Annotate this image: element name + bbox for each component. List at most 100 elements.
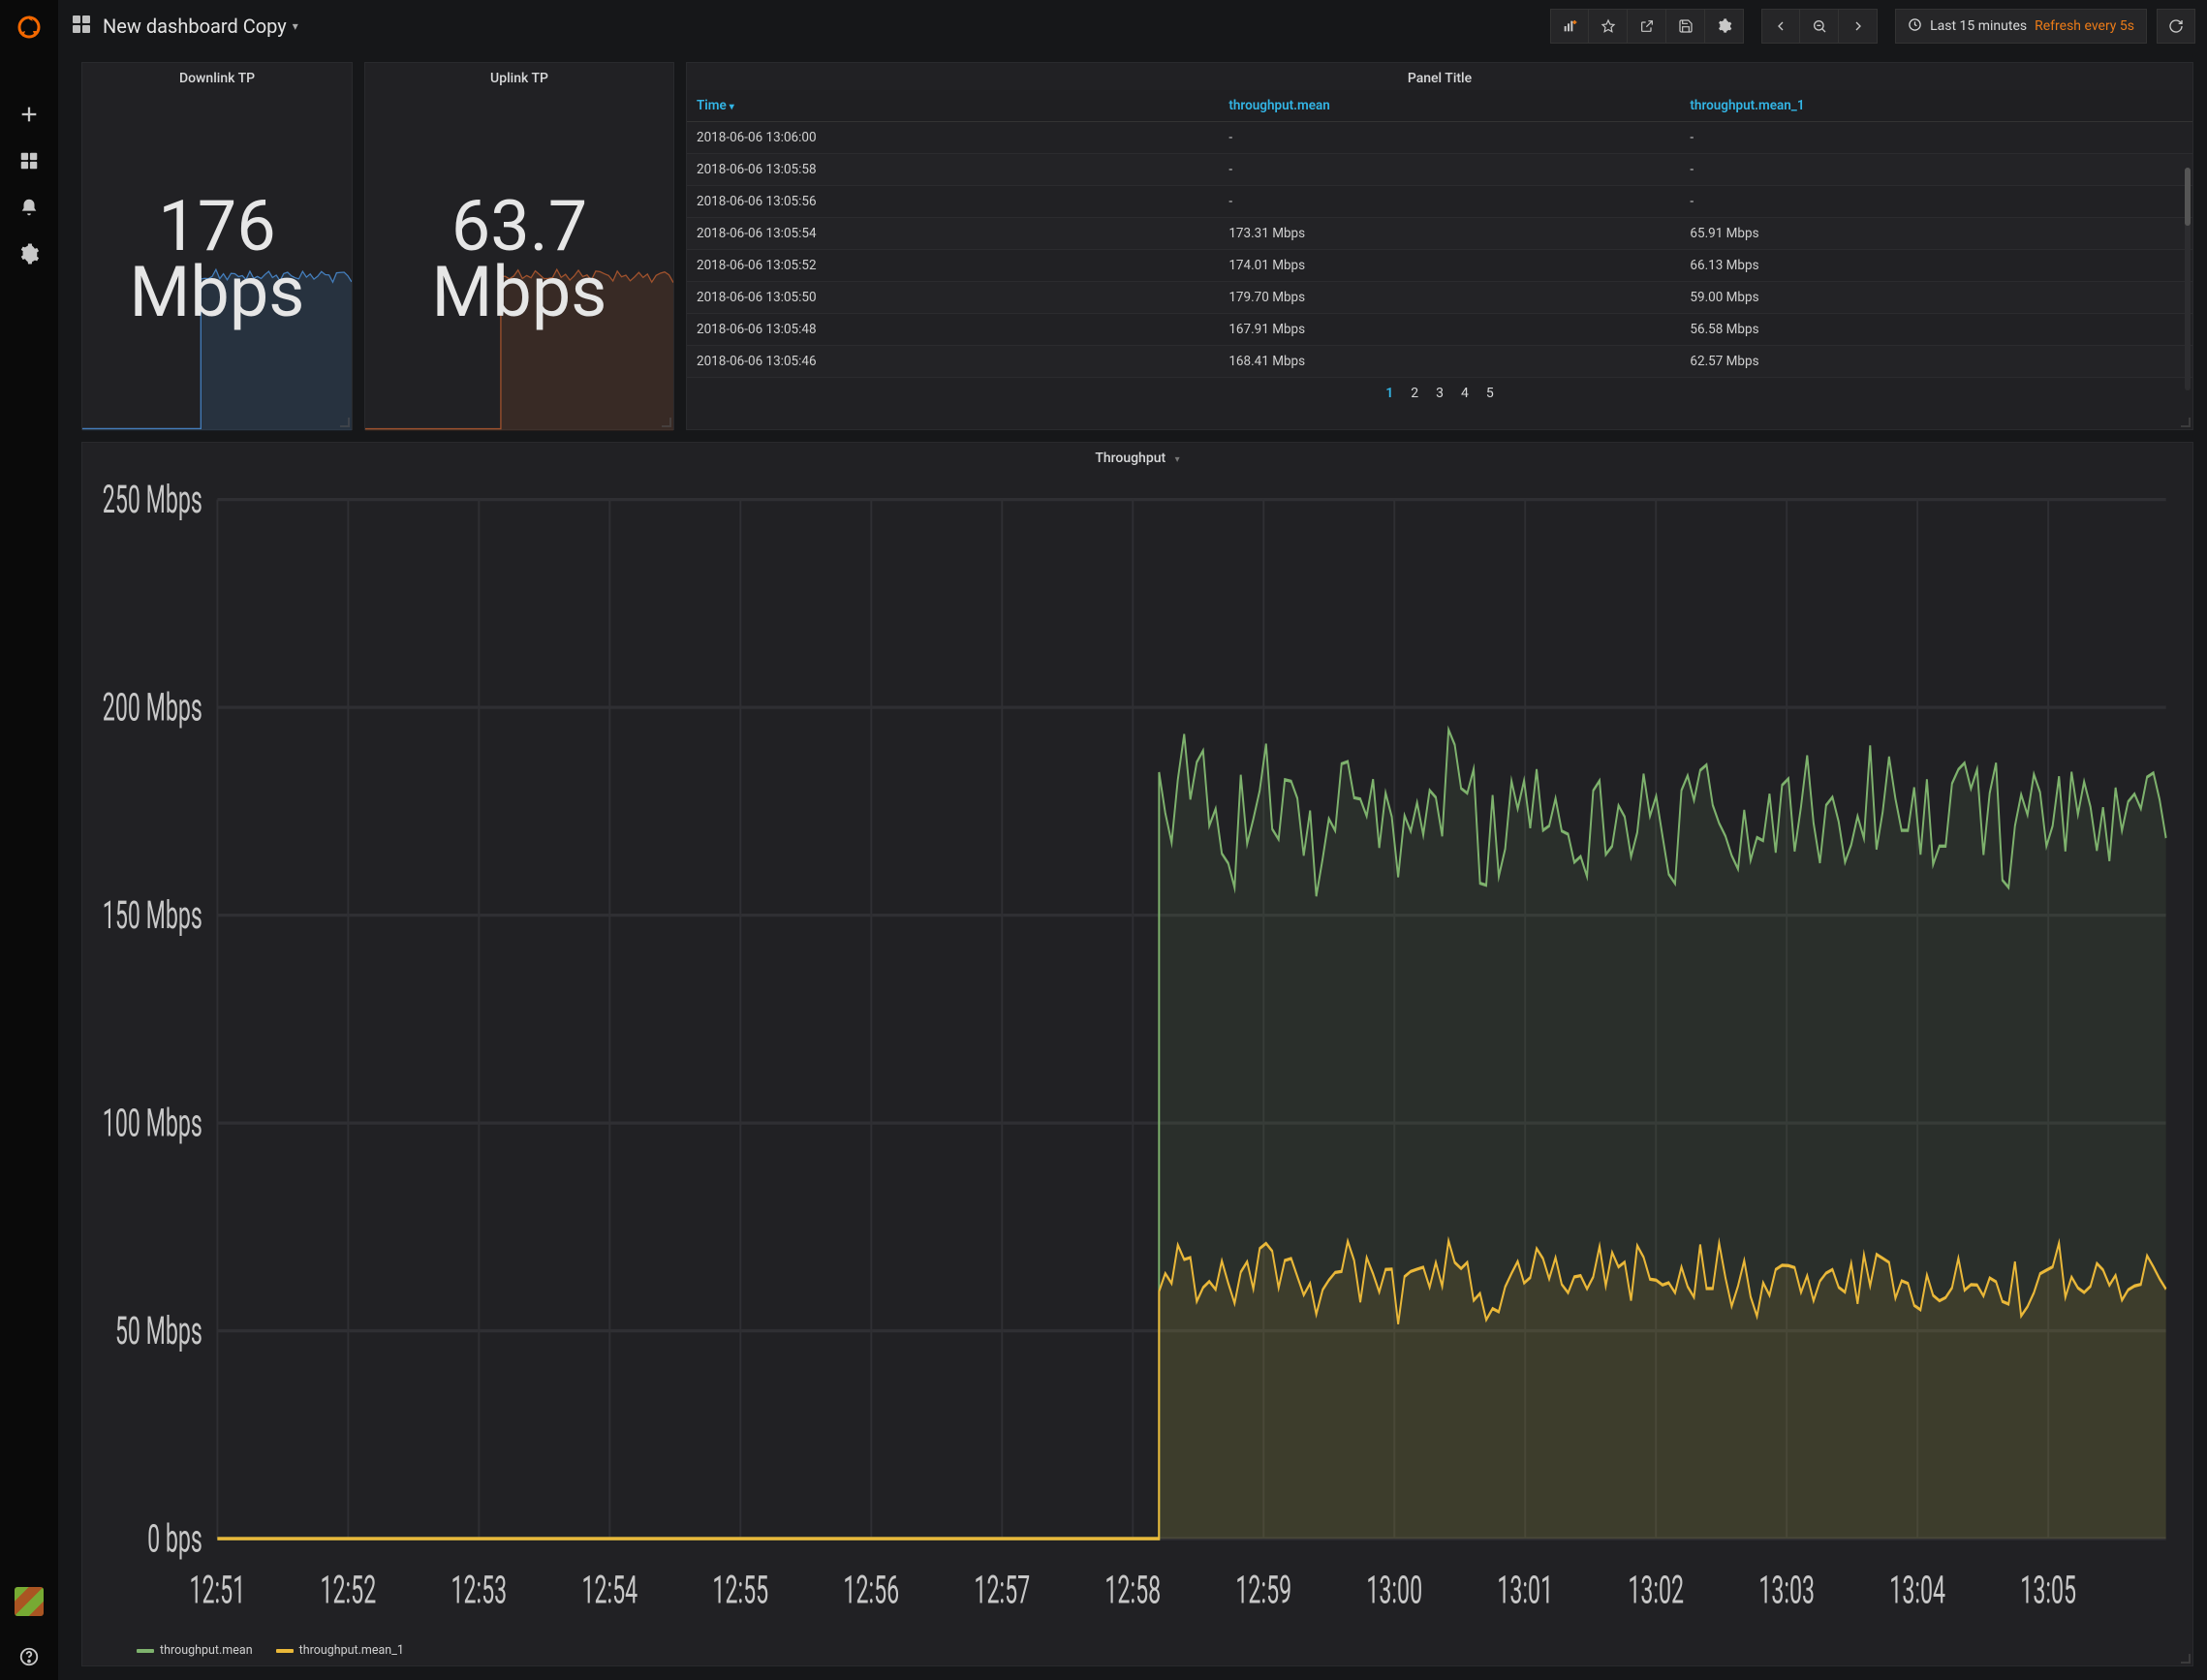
svg-text:150 Mbps: 150 Mbps (103, 892, 202, 937)
svg-text:12:55: 12:55 (712, 1568, 768, 1612)
table-cell: 65.91 Mbps (1680, 218, 2192, 250)
legend-label: throughput.mean_1 (299, 1643, 404, 1658)
resize-handle-icon[interactable] (2181, 418, 2191, 427)
table-row[interactable]: 2018-06-06 13:05:54173.31 Mbps65.91 Mbps (687, 218, 2192, 250)
zoom-out-button[interactable] (1800, 9, 1839, 44)
refresh-button[interactable] (2157, 9, 2195, 44)
table-cell: 179.70 Mbps (1219, 282, 1680, 314)
pager-page[interactable]: 1 (1385, 386, 1393, 401)
panel-throughput-graph[interactable]: Throughput ▾ 0 bps50 Mbps100 Mbps150 Mbp… (81, 442, 2193, 1666)
pager-page[interactable]: 5 (1486, 386, 1494, 401)
svg-text:13:00: 13:00 (1366, 1568, 1422, 1612)
table-cell: - (1680, 122, 2192, 154)
table-cell: 2018-06-06 13:05:58 (687, 154, 1219, 186)
stat-unit: Mbps (432, 260, 607, 326)
table-row[interactable]: 2018-06-06 13:05:56-- (687, 186, 2192, 218)
time-forward-button[interactable] (1839, 9, 1878, 44)
table-cell: - (1680, 186, 2192, 218)
table-cell: 2018-06-06 13:05:56 (687, 186, 1219, 218)
table-cell: 167.91 Mbps (1219, 314, 1680, 346)
settings-button[interactable] (1705, 9, 1744, 44)
share-button[interactable] (1628, 9, 1666, 44)
table-header[interactable]: throughput.mean (1219, 90, 1680, 122)
panel-uplink-tp[interactable]: Uplink TP 63.7 Mbps (364, 62, 674, 430)
pager-page[interactable]: 2 (1411, 386, 1418, 401)
side-nav (0, 0, 58, 1680)
svg-text:13:05: 13:05 (2020, 1568, 2076, 1612)
table-row[interactable]: 2018-06-06 13:05:48167.91 Mbps56.58 Mbps (687, 314, 2192, 346)
legend: throughput.mean throughput.mean_1 (82, 1639, 2192, 1665)
table-cell: 2018-06-06 13:05:50 (687, 282, 1219, 314)
pager-page[interactable]: 3 (1436, 386, 1444, 401)
legend-item[interactable]: throughput.mean (137, 1643, 253, 1658)
table-cell: 59.00 Mbps (1680, 282, 2192, 314)
svg-text:12:56: 12:56 (843, 1568, 899, 1612)
table-cell: 173.31 Mbps (1219, 218, 1680, 250)
data-table: Time▾throughput.meanthroughput.mean_1 20… (687, 90, 2192, 378)
table-cell: - (1219, 154, 1680, 186)
star-button[interactable] (1589, 9, 1628, 44)
time-range-label: Last 15 minutes (1930, 18, 2027, 34)
svg-text:12:54: 12:54 (581, 1568, 637, 1612)
svg-text:50 Mbps: 50 Mbps (115, 1308, 202, 1353)
table-row[interactable]: 2018-06-06 13:05:46168.41 Mbps62.57 Mbps (687, 346, 2192, 378)
help-icon[interactable] (12, 1639, 47, 1674)
svg-text:12:52: 12:52 (320, 1568, 376, 1612)
stat-unit: Mbps (130, 260, 305, 326)
table-cell: 2018-06-06 13:05:46 (687, 346, 1219, 378)
refresh-interval-label: Refresh every 5s (2035, 18, 2134, 34)
create-icon[interactable] (12, 97, 47, 132)
table-header[interactable]: throughput.mean_1 (1680, 90, 2192, 122)
svg-text:250 Mbps: 250 Mbps (103, 477, 202, 521)
table-row[interactable]: 2018-06-06 13:05:52174.01 Mbps66.13 Mbps (687, 250, 2192, 282)
table-header[interactable]: Time▾ (687, 90, 1219, 122)
legend-item[interactable]: throughput.mean_1 (276, 1643, 404, 1658)
table-row[interactable]: 2018-06-06 13:05:50179.70 Mbps59.00 Mbps (687, 282, 2192, 314)
svg-text:12:51: 12:51 (189, 1568, 245, 1612)
svg-text:13:03: 13:03 (1758, 1568, 1815, 1612)
dashboards-icon[interactable] (12, 143, 47, 178)
table-cell: - (1219, 186, 1680, 218)
time-range-picker[interactable]: Last 15 minutes Refresh every 5s (1895, 9, 2147, 44)
table-row[interactable]: 2018-06-06 13:06:00-- (687, 122, 2192, 154)
table-row[interactable]: 2018-06-06 13:05:58-- (687, 154, 2192, 186)
panel-title: Panel Title (687, 63, 2192, 90)
panel-menu-icon[interactable]: ▾ (1175, 454, 1180, 465)
legend-swatch (137, 1649, 154, 1653)
dashboard-grid-icon[interactable] (70, 13, 93, 40)
scrollbar[interactable] (2185, 168, 2191, 390)
svg-text:12:58: 12:58 (1104, 1568, 1161, 1612)
panel-title: Downlink TP (82, 63, 352, 90)
legend-label: throughput.mean (160, 1643, 253, 1658)
svg-text:13:02: 13:02 (1628, 1568, 1684, 1612)
table-cell: 66.13 Mbps (1680, 250, 2192, 282)
add-panel-button[interactable] (1550, 9, 1589, 44)
legend-swatch (276, 1649, 294, 1653)
table-cell: 2018-06-06 13:05:52 (687, 250, 1219, 282)
grafana-logo-icon[interactable] (14, 12, 45, 43)
time-back-button[interactable] (1761, 9, 1800, 44)
svg-text:0 bps: 0 bps (147, 1516, 202, 1561)
table-cell: 2018-06-06 13:06:00 (687, 122, 1219, 154)
configuration-icon[interactable] (12, 236, 47, 271)
table-cell: 62.57 Mbps (1680, 346, 2192, 378)
panel-downlink-tp[interactable]: Downlink TP 176 Mbps (81, 62, 353, 430)
dashboard-title: New dashboard Copy (103, 15, 287, 38)
graph-plot[interactable]: 0 bps50 Mbps100 Mbps150 Mbps200 Mbps250 … (86, 474, 2185, 1635)
table-cell: 174.01 Mbps (1219, 250, 1680, 282)
panel-title: Throughput (1095, 451, 1166, 466)
clock-icon (1908, 17, 1922, 36)
dashboard-title-dropdown[interactable]: New dashboard Copy ▾ (103, 15, 298, 38)
table-cell: 2018-06-06 13:05:54 (687, 218, 1219, 250)
user-avatar[interactable] (15, 1587, 44, 1616)
table-cell: 168.41 Mbps (1219, 346, 1680, 378)
panel-table[interactable]: Panel Title Time▾throughput.meanthroughp… (686, 62, 2193, 430)
pager: 1 2 3 4 5 (687, 378, 2192, 409)
table-cell: 56.58 Mbps (1680, 314, 2192, 346)
resize-handle-icon[interactable] (2181, 1654, 2191, 1664)
alerting-icon[interactable] (12, 190, 47, 225)
svg-text:13:04: 13:04 (1889, 1568, 1945, 1612)
pager-page[interactable]: 4 (1461, 386, 1469, 401)
save-button[interactable] (1666, 9, 1705, 44)
svg-text:12:57: 12:57 (974, 1568, 1030, 1612)
